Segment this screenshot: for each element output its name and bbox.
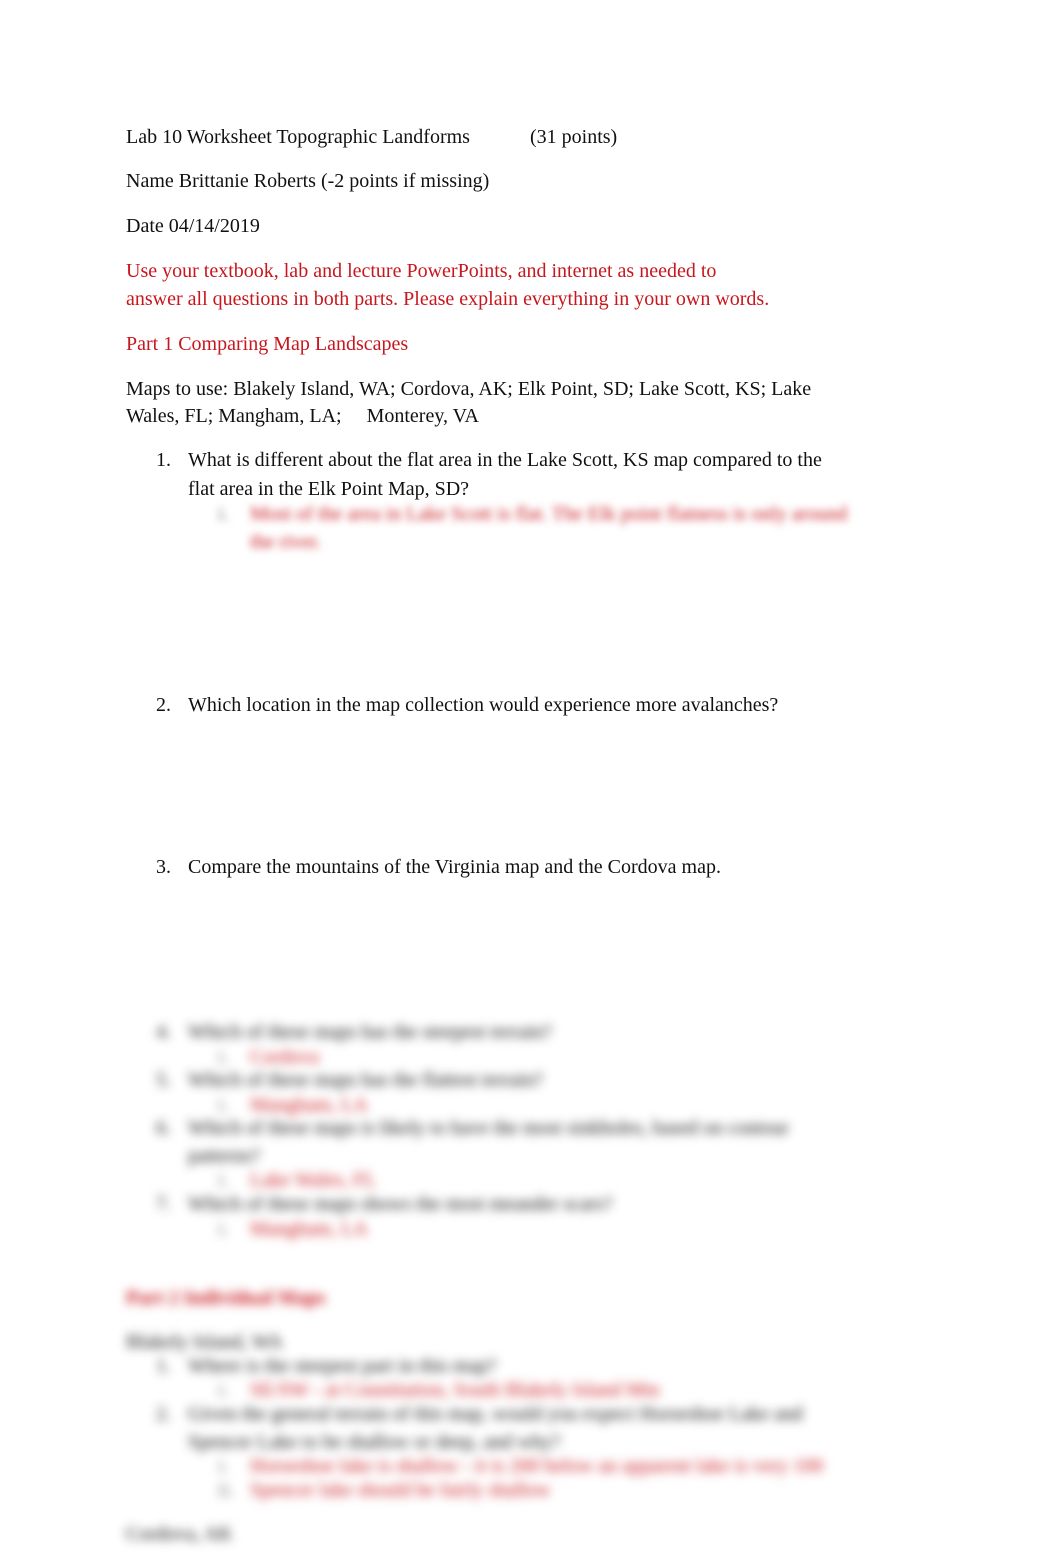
date-line: Date 04/14/2019 (126, 215, 260, 237)
answer-number: ii. (218, 1479, 235, 1501)
question-text: Given the general terrain of this map, w… (188, 1403, 803, 1425)
question-text: Which of these maps shows the most meand… (188, 1193, 613, 1215)
question-number: 2. (156, 1403, 171, 1425)
question-number: 1. (156, 1355, 171, 1377)
maps-list-line-1: Maps to use: Blakely Island, WA; Cordova… (126, 378, 812, 400)
question-text: Which location in the map collection wou… (188, 694, 779, 716)
question-text: What is different about the flat area in… (188, 449, 822, 471)
question-number: 6. (156, 1117, 171, 1139)
points-total: (31 points) (530, 126, 618, 148)
answer-number: i. (218, 1218, 229, 1240)
question-number: 3. (156, 856, 171, 878)
question-text: Which of these maps is likely to have th… (188, 1117, 789, 1139)
answer-text: Mangham, LA (250, 1218, 368, 1240)
maps-list-line-2: Wales, FL; Mangham, LA; Monterey, VA (126, 405, 479, 427)
part1-heading: Part 1 Comparing Map Landscapes (126, 333, 409, 355)
question-text: flat area in the Elk Point Map, SD? (188, 478, 470, 500)
answer-text: the river. (250, 531, 322, 553)
question-text: Which of these maps has the flattest ter… (188, 1069, 543, 1091)
question-number: 2. (156, 694, 171, 716)
map-name: Cordova, AK (126, 1523, 233, 1545)
question-number: 1. (156, 449, 171, 471)
answer-text: Spencer lake should be fairly shallow (250, 1479, 551, 1501)
question-number: 5. (156, 1069, 171, 1091)
name-line: Name Brittanie Roberts (-2 points if mis… (126, 170, 490, 192)
instructions-line-2: answer all questions in both parts. Plea… (126, 288, 770, 310)
question-text: Compare the mountains of the Virginia ma… (188, 856, 721, 878)
question-text: Which of these maps has the steepest ter… (188, 1021, 552, 1043)
answer-number: i. (218, 503, 229, 525)
worksheet-title: Lab 10 Worksheet Topographic Landforms (126, 126, 470, 148)
question-number: 7. (156, 1193, 171, 1215)
instructions-line-1: Use your textbook, lab and lecture Power… (126, 260, 717, 282)
question-number: 4. (156, 1021, 171, 1043)
part2-heading: Part 2 Individual Maps (126, 1287, 326, 1309)
answer-text: Most of the area in Lake Scott is flat. … (250, 503, 848, 525)
